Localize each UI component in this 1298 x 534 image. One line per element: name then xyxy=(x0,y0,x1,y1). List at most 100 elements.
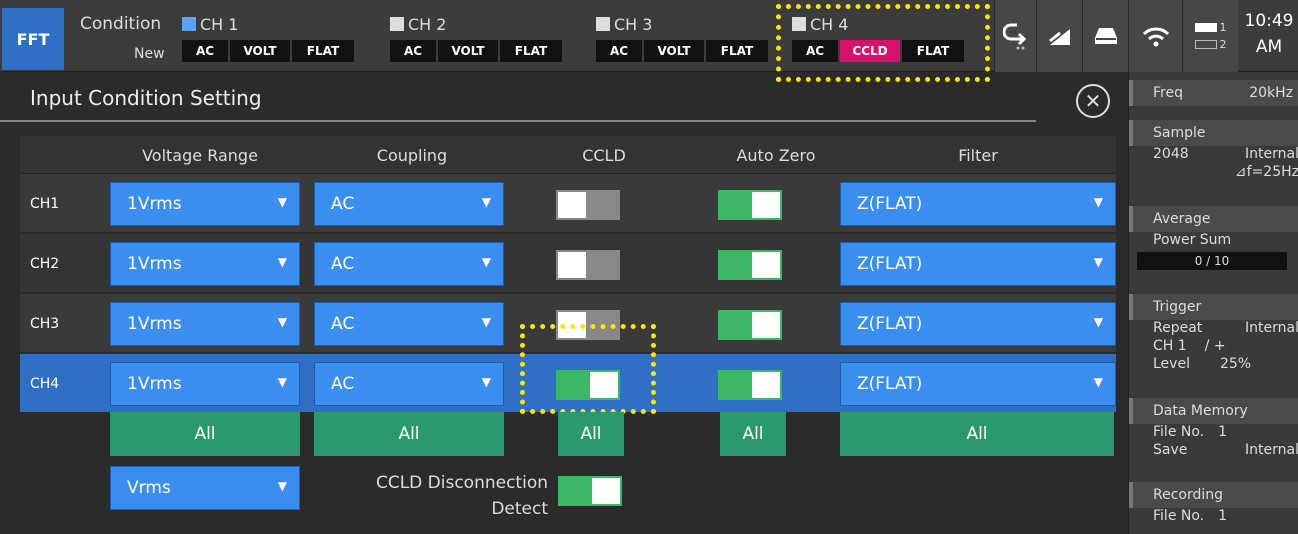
channel-color-icon xyxy=(390,17,404,31)
filter-value: Z(FLAT) xyxy=(857,314,923,334)
memory-file: 1 xyxy=(1218,424,1228,440)
chevron-down-icon: ▼ xyxy=(277,315,287,329)
trigger-level-label: Level xyxy=(1153,356,1190,372)
chevron-down-icon: ▼ xyxy=(481,375,491,389)
coupling-dropdown[interactable]: AC ▼ xyxy=(314,182,504,226)
close-icon[interactable]: ✕ xyxy=(1076,84,1110,118)
filter-dropdown[interactable]: Z(FLAT) ▼ xyxy=(840,182,1116,226)
chevron-down-icon: ▼ xyxy=(1093,195,1103,209)
channel-color-icon xyxy=(792,17,806,31)
filter-badge: FLAT xyxy=(500,40,562,62)
input-badge: CCLD xyxy=(840,40,900,62)
data-memory-label: Data Memory xyxy=(1129,398,1298,424)
unit-dropdown[interactable]: Vrms ▼ xyxy=(110,466,300,510)
freq-section[interactable]: Freq 20kHz xyxy=(1129,80,1298,106)
voltage-range-dropdown[interactable]: 1Vrms ▼ xyxy=(110,182,300,226)
voltage-range-dropdown[interactable]: 1Vrms ▼ xyxy=(110,302,300,346)
channel-summary-ch2[interactable]: CH 2 AC VOLT FLAT xyxy=(390,14,562,62)
storage-icon[interactable] xyxy=(1082,0,1128,72)
auto-zero-toggle[interactable] xyxy=(718,310,782,340)
auto-zero-toggle[interactable] xyxy=(718,190,782,220)
average-label: Average xyxy=(1129,206,1298,232)
return-icon[interactable] xyxy=(994,0,1036,72)
coupling-dropdown[interactable]: AC ▼ xyxy=(314,242,504,286)
filter-dropdown[interactable]: Z(FLAT) ▼ xyxy=(840,242,1116,286)
toggle-knob xyxy=(558,192,586,218)
ccld-toggle[interactable] xyxy=(556,310,620,340)
auto-zero-toggle[interactable] xyxy=(718,250,782,280)
toggle-knob xyxy=(590,372,618,398)
channel-name: CH 3 xyxy=(614,14,653,34)
channel-color-icon xyxy=(182,17,196,31)
graph-icon[interactable] xyxy=(1036,0,1082,72)
chevron-down-icon: ▼ xyxy=(481,255,491,269)
channel-name: CH 4 xyxy=(810,14,849,34)
chevron-down-icon: ▼ xyxy=(1093,315,1103,329)
sample-label: Sample xyxy=(1129,120,1298,146)
auto-zero-all-button[interactable]: All xyxy=(720,412,786,456)
voltage-range-all-button[interactable]: All xyxy=(110,412,300,456)
new-label: New xyxy=(134,46,165,62)
trigger-slope: / + xyxy=(1204,338,1226,354)
header-ccld: CCLD xyxy=(582,145,626,165)
sample-source: Internal xyxy=(1245,146,1298,162)
toggle-knob xyxy=(752,252,780,278)
channel-name: CH 1 xyxy=(200,14,239,34)
row-channel-label: CH2 xyxy=(30,256,60,272)
ccld-disconnection-toggle[interactable] xyxy=(558,476,622,506)
trigger-channel: CH 1 xyxy=(1153,338,1187,354)
chevron-down-icon: ▼ xyxy=(481,315,491,329)
voltage-range-dropdown[interactable]: 1Vrms ▼ xyxy=(110,242,300,286)
channel-color-icon xyxy=(596,17,610,31)
header-auto-zero: Auto Zero xyxy=(736,145,816,165)
toggle-knob xyxy=(752,192,780,218)
title-divider xyxy=(0,120,1036,122)
coupling-badge: AC xyxy=(390,40,436,62)
page-title: Input Condition Setting xyxy=(30,86,262,110)
trigger-label: Trigger xyxy=(1129,294,1298,320)
filter-dropdown[interactable]: Z(FLAT) ▼ xyxy=(840,362,1116,406)
top-bar: FFT Condition New CH 1 AC VOLT FLAT CH 2… xyxy=(0,0,1298,72)
toggle-knob xyxy=(752,372,780,398)
channel-summary-ch1[interactable]: CH 1 AC VOLT FLAT xyxy=(182,14,354,62)
voltage-range-value: 1Vrms xyxy=(127,254,182,274)
filter-all-button[interactable]: All xyxy=(840,412,1114,456)
ccld-all-button[interactable]: All xyxy=(558,412,624,456)
coupling-dropdown[interactable]: AC ▼ xyxy=(314,362,504,406)
toggle-knob xyxy=(558,312,586,338)
sample-section[interactable]: Sample 2048 Internal ⊿f=25Hz xyxy=(1129,120,1298,182)
channel-summary-ch3[interactable]: CH 3 AC VOLT FLAT xyxy=(596,14,768,62)
trigger-source: Internal xyxy=(1245,320,1298,336)
voltage-range-dropdown[interactable]: 1Vrms ▼ xyxy=(110,362,300,406)
recording-file-label: File No. xyxy=(1153,508,1205,524)
data-memory-section[interactable]: Data Memory File No. 1 Save Internal xyxy=(1129,398,1298,460)
trigger-section[interactable]: Trigger Repeat Internal CH 1 / + Level 25% xyxy=(1129,294,1298,374)
ccld-toggle[interactable] xyxy=(556,190,620,220)
header-coupling: Coupling xyxy=(376,145,448,165)
coupling-dropdown[interactable]: AC ▼ xyxy=(314,302,504,346)
sample-count: 2048 xyxy=(1153,146,1189,162)
chevron-down-icon: ▼ xyxy=(277,375,287,389)
header-filter: Filter xyxy=(958,145,998,165)
filter-badge: FLAT xyxy=(902,40,964,62)
mode-button[interactable]: FFT xyxy=(2,8,64,70)
channel-summary-ch4[interactable]: CH 4 AC CCLD FLAT xyxy=(792,14,964,62)
ccld-disconnection-line2: Detect xyxy=(491,499,548,519)
ccld-disconnection-label: CCLD Disconnection Detect xyxy=(338,470,548,522)
recording-section[interactable]: Recording File No. 1 xyxy=(1129,482,1298,526)
coupling-all-button[interactable]: All xyxy=(314,412,504,456)
filter-dropdown[interactable]: Z(FLAT) ▼ xyxy=(840,302,1116,346)
battery-2-label: 2 xyxy=(1219,38,1227,51)
ccld-toggle[interactable] xyxy=(556,370,620,400)
coupling-badge: AC xyxy=(596,40,642,62)
filter-value: Z(FLAT) xyxy=(857,194,923,214)
battery-1-label: 1 xyxy=(1219,21,1227,34)
wifi-icon[interactable] xyxy=(1128,0,1182,72)
table-row-selected: CH4 1Vrms ▼ AC ▼ Z(FLAT) ▼ xyxy=(20,354,1116,414)
ccld-toggle[interactable] xyxy=(556,250,620,280)
average-progress: 0 / 10 xyxy=(1137,252,1287,270)
auto-zero-toggle[interactable] xyxy=(718,370,782,400)
coupling-value: AC xyxy=(331,314,355,334)
voltage-range-value: 1Vrms xyxy=(127,314,182,334)
average-section[interactable]: Average Power Sum 0 / 10 xyxy=(1129,206,1298,270)
